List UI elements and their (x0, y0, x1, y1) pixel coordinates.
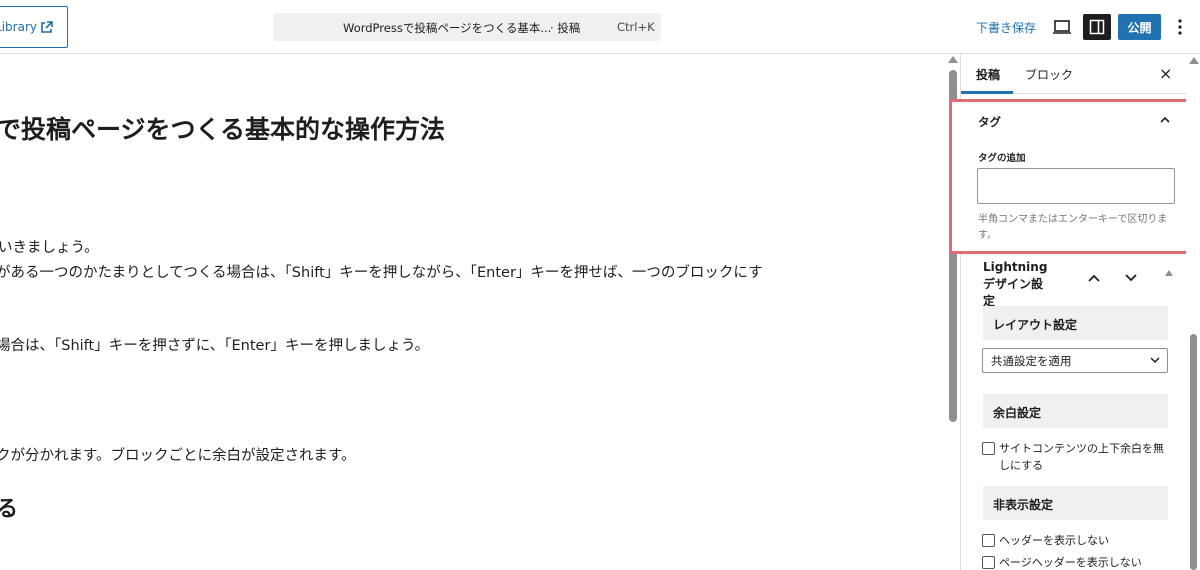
close-sidebar-icon[interactable]: × (1159, 64, 1172, 83)
editor-top-bar: Library WordPressで投稿ページをつくる基本... · 投稿 Ct… (0, 0, 1200, 54)
paragraph-block[interactable]: がある一つのかたまりとしてつくる場合は、「Shift」キーを押しながら、「Ent… (0, 261, 763, 282)
add-tag-input[interactable] (977, 168, 1175, 204)
collapse-triangle-icon[interactable] (1165, 270, 1173, 276)
command-shortcut: Ctrl+K (617, 20, 655, 34)
tags-panel: タグ タグの追加 半角コンマまたはエンターキーで区切ります。 (949, 99, 1199, 254)
document-bar[interactable]: WordPressで投稿ページをつくる基本... · 投稿 Ctrl+K (273, 13, 661, 41)
external-link-icon (40, 20, 53, 34)
move-up-chevron-icon[interactable] (1087, 268, 1101, 287)
paragraph-block[interactable]: クが分かれます。ブロックごとに余白が設定されます。 (0, 444, 356, 465)
paragraph-block[interactable]: いきましょう。 (0, 236, 99, 257)
document-title: WordPressで投稿ページをつくる基本... (343, 21, 552, 35)
tab-block[interactable]: ブロック (1025, 66, 1073, 83)
save-draft-button[interactable]: 下書き保存 (976, 19, 1036, 36)
sidebar-scroll-up-arrow[interactable] (1189, 57, 1199, 64)
no-margin-label: サイトコンテンツの上下余白を無しにする (999, 442, 1164, 472)
add-tag-label: タグの追加 (978, 153, 1026, 164)
chevron-down-icon (1149, 354, 1161, 369)
hide-page-header-checkbox-row[interactable]: ページヘッダーを表示しない (982, 554, 1142, 570)
tag-help-text: 半角コンマまたはエンターキーで区切ります。 (978, 214, 1168, 241)
library-button[interactable]: Library (0, 6, 68, 48)
move-down-chevron-icon[interactable] (1124, 268, 1138, 287)
hide-header-checkbox[interactable] (982, 534, 995, 547)
hide-header-label: ヘッダーを表示しない (999, 534, 1109, 547)
document-type: · 投稿 (550, 21, 581, 35)
sidebar-tabs: 投稿 ブロック × (961, 54, 1187, 94)
library-label: Library (0, 20, 37, 34)
layout-select[interactable]: 共通設定を適用 (982, 348, 1168, 373)
heading-block[interactable]: る (0, 491, 18, 523)
paragraph-block[interactable]: 場合は、「Shift」キーを押さずに、「Enter」キーを押しましょう。 (0, 334, 429, 355)
settings-sidebar: 投稿 ブロック × タグ タグの追加 半角コンマまたはエンターキーで区切ります。… (949, 54, 1199, 570)
tags-panel-heading[interactable]: タグ (978, 114, 1001, 130)
more-options-icon[interactable] (1172, 16, 1188, 38)
sidebar-icon (1089, 19, 1105, 35)
no-margin-checkbox-row[interactable]: サイトコンテンツの上下余白を無しにする (982, 440, 1172, 474)
hide-header-checkbox-row[interactable]: ヘッダーを表示しない (982, 532, 1109, 549)
settings-sidebar-toggle[interactable] (1083, 14, 1111, 40)
no-margin-checkbox[interactable] (982, 442, 995, 455)
lightning-design-heading[interactable]: Lightning デザイン設定 (983, 259, 1053, 310)
hide-settings-heading: 非表示設定 (983, 486, 1168, 520)
chevron-up-icon[interactable] (1158, 112, 1172, 131)
post-title[interactable]: で投稿ページをつくる基本的な操作方法 (0, 110, 445, 146)
editor-scroll-up-arrow[interactable] (948, 56, 958, 63)
editor-canvas[interactable]: で投稿ページをつくる基本的な操作方法 いきましょう。 がある一つのかたまりとして… (0, 54, 946, 570)
hide-page-header-label: ページヘッダーを表示しない (999, 556, 1142, 569)
margin-settings-heading: 余白設定 (983, 394, 1168, 428)
preview-desktop-icon[interactable] (1052, 17, 1072, 37)
sidebar-scroll-thumb[interactable] (1190, 334, 1197, 570)
layout-settings-heading: レイアウト設定 (983, 306, 1168, 340)
layout-select-value: 共通設定を適用 (991, 354, 1072, 368)
tab-post[interactable]: 投稿 (976, 66, 1000, 83)
active-tab-indicator (961, 91, 1013, 94)
hide-page-header-checkbox[interactable] (982, 556, 995, 569)
publish-button[interactable]: 公開 (1118, 14, 1161, 40)
